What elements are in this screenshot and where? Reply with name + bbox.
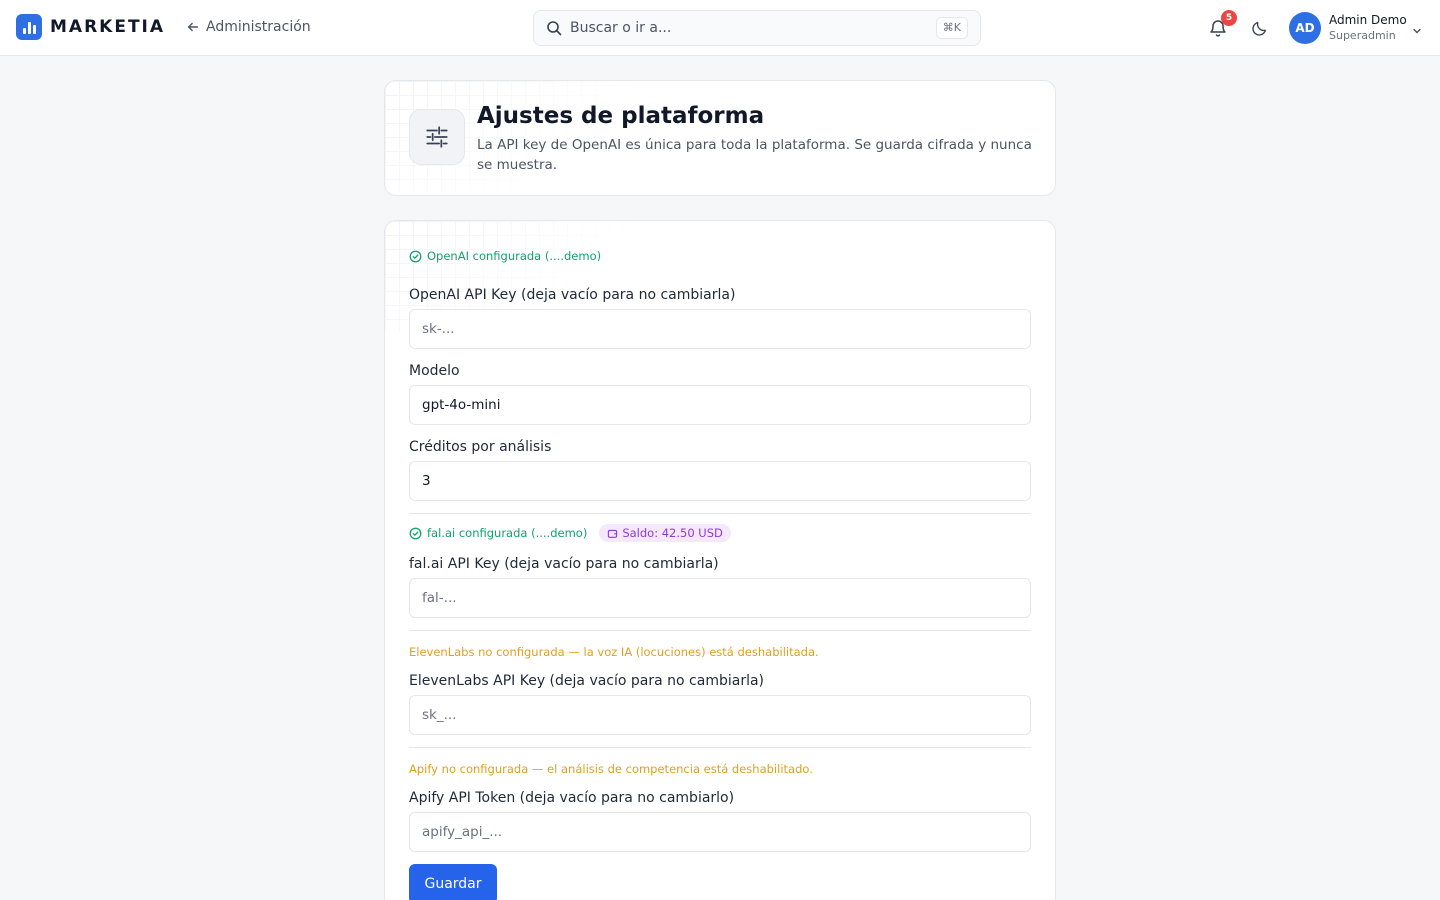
arrow-left-icon [187, 22, 199, 32]
balance-text: Saldo: 42.50 USD [622, 526, 723, 540]
fal-key-label: fal.ai API Key (deja vacío para no cambi… [409, 556, 719, 572]
settings-form-card: OpenAI configurada (....demo) OpenAI API… [384, 220, 1056, 900]
brand-name: MARKETIA [50, 17, 166, 37]
credits-label: Créditos por análisis [409, 439, 552, 455]
page-description: La API key de OpenAI es única para toda … [477, 137, 1032, 173]
section-divider [409, 513, 1031, 514]
fal-status-text: fal.ai configurada (....demo) [427, 526, 588, 540]
openai-status-text: OpenAI configurada (....demo) [427, 249, 602, 263]
theme-toggle[interactable] [1251, 19, 1269, 41]
elevenlabs-status-text: ElevenLabs no configurada — la voz IA (l… [409, 645, 819, 659]
notification-badge: 5 [1221, 10, 1237, 26]
fal-key-input[interactable] [409, 578, 1031, 618]
openai-status: OpenAI configurada (....demo) [409, 249, 601, 263]
elevenlabs-status: ElevenLabs no configurada — la voz IA (l… [409, 645, 819, 659]
moon-icon [1252, 21, 1267, 36]
settings-sliders-icon [409, 109, 465, 165]
save-button[interactable]: Guardar [409, 864, 497, 900]
user-role: Superadmin [1329, 29, 1396, 42]
search-placeholder: Buscar o ir a... [570, 20, 672, 36]
top-bar: MARKETIA Administración Buscar o ir a...… [0, 0, 1440, 56]
balance-badge: Saldo: 42.50 USD [599, 524, 731, 542]
apify-token-input[interactable] [409, 812, 1031, 852]
apify-status: Apify no configurada — el análisis de co… [409, 762, 813, 776]
apify-token-label: Apify API Token (deja vacío para no camb… [409, 790, 735, 806]
check-circle-icon [409, 527, 422, 539]
openai-key-input[interactable] [409, 309, 1031, 349]
section-divider [409, 747, 1031, 748]
search-input[interactable]: Buscar o ir a... ⌘K [533, 10, 981, 46]
check-circle-icon [409, 250, 422, 262]
elevenlabs-key-input[interactable] [409, 695, 1031, 735]
user-name[interactable]: Admin Demo [1329, 13, 1407, 27]
openai-key-label: OpenAI API Key (deja vacío para no cambi… [409, 287, 736, 303]
chevron-down-icon [1413, 28, 1421, 34]
credits-input[interactable] [409, 461, 1031, 501]
back-link[interactable]: Administración [186, 19, 311, 35]
user-menu-toggle[interactable] [1411, 22, 1423, 41]
model-input[interactable] [409, 385, 1031, 425]
brand-logo[interactable]: MARKETIA [16, 14, 165, 40]
model-label: Modelo [409, 363, 460, 379]
search-icon [547, 21, 562, 36]
apify-status-text: Apify no configurada — el análisis de co… [409, 762, 813, 776]
wallet-icon [608, 529, 618, 538]
elevenlabs-key-label: ElevenLabs API Key (deja vacío para no c… [409, 673, 765, 689]
bar-chart-icon [16, 14, 42, 40]
page-header-card: Ajustes de plataforma La API key de Open… [384, 80, 1056, 196]
section-divider [409, 630, 1031, 631]
back-link-label: Administración [206, 19, 311, 35]
search-shortcut: ⌘K [935, 17, 968, 39]
avatar[interactable]: AD [1289, 12, 1321, 44]
fal-status: fal.ai configurada (....demo) Saldo: 42.… [409, 524, 731, 542]
page-title: Ajustes de plataforma [477, 103, 765, 129]
